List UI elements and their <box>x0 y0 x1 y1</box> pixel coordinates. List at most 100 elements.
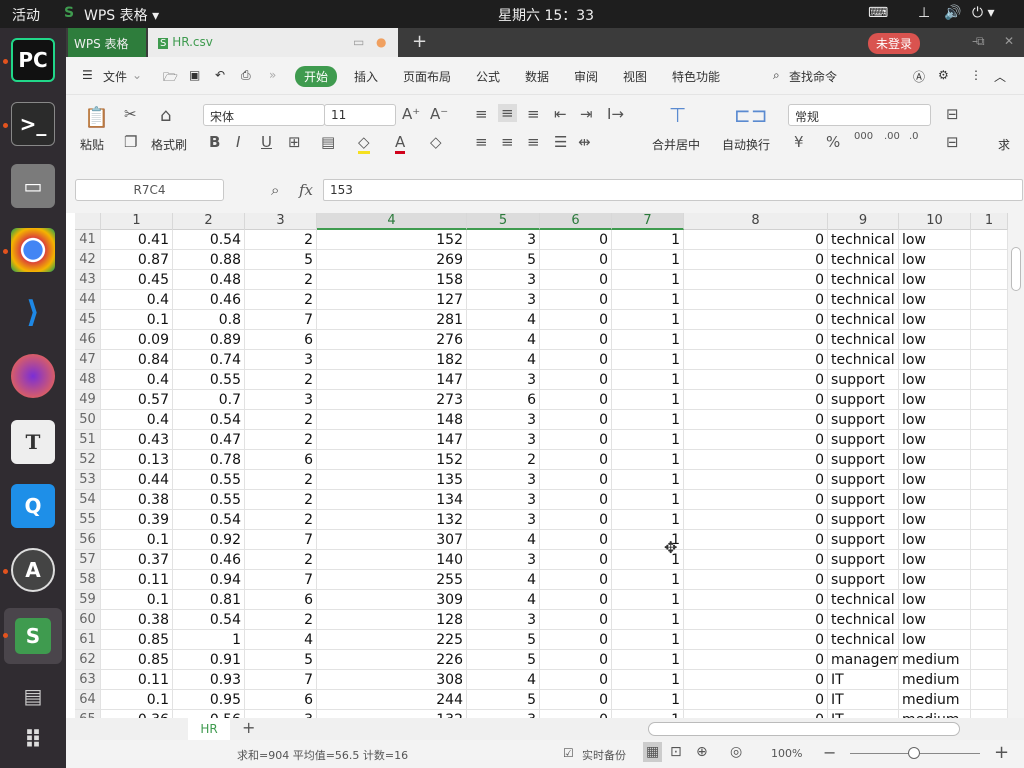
cell[interactable]: 0 <box>684 450 828 470</box>
cell[interactable]: low <box>899 510 971 530</box>
cell[interactable]: 225 <box>317 630 467 650</box>
cell[interactable]: 0 <box>540 290 612 310</box>
cell[interactable]: 0.1 <box>101 590 173 610</box>
cell[interactable]: 0.36 <box>101 710 173 718</box>
cell[interactable]: 1 <box>612 230 684 250</box>
cell[interactable]: 4 <box>467 570 540 590</box>
cell[interactable]: 0 <box>540 590 612 610</box>
cell[interactable]: low <box>899 330 971 350</box>
cell-style-icon[interactable]: ▤ <box>321 133 335 151</box>
cell[interactable]: 1 <box>612 410 684 430</box>
row-header[interactable]: 56 <box>75 530 101 550</box>
table-style-icon[interactable]: ⊟ <box>946 133 959 151</box>
cell[interactable] <box>971 390 1008 410</box>
cell[interactable] <box>971 330 1008 350</box>
cell[interactable]: low <box>899 230 971 250</box>
row-header[interactable]: 55 <box>75 510 101 530</box>
cell[interactable]: 5 <box>245 250 317 270</box>
column-header[interactable]: 10 <box>899 213 971 230</box>
cell[interactable]: 0.13 <box>101 450 173 470</box>
page-break-icon[interactable]: ⊡ <box>670 744 682 760</box>
software-updater-icon[interactable]: A <box>11 548 55 592</box>
cell[interactable] <box>971 630 1008 650</box>
cell[interactable]: 5 <box>467 650 540 670</box>
cell[interactable]: support <box>828 490 899 510</box>
cell[interactable]: 0.4 <box>101 410 173 430</box>
cell[interactable]: support <box>828 530 899 550</box>
cell[interactable]: low <box>899 530 971 550</box>
cell[interactable]: 0 <box>540 490 612 510</box>
cell[interactable]: 0.4 <box>101 370 173 390</box>
cell[interactable]: 226 <box>317 650 467 670</box>
font-color-icon[interactable]: A <box>395 133 406 154</box>
cell[interactable] <box>971 430 1008 450</box>
cell[interactable]: 0.4 <box>101 290 173 310</box>
cell[interactable]: support <box>828 410 899 430</box>
border-icon[interactable]: ⊞ <box>288 133 301 151</box>
cell[interactable]: support <box>828 570 899 590</box>
spreadsheet-grid[interactable]: 1 2 3 4 5 6 7 8 9 10 1 41 0.41 0.54 2 152 3 0 1 0 technical l… <box>75 213 1008 718</box>
conditional-format-icon[interactable]: ⊟ <box>946 105 959 123</box>
cell[interactable]: 0 <box>684 270 828 290</box>
wps-spreadsheet-icon[interactable]: S <box>4 608 62 664</box>
cell[interactable]: 7 <box>245 570 317 590</box>
cell[interactable]: 0 <box>684 490 828 510</box>
cell[interactable]: technical <box>828 290 899 310</box>
row-header[interactable]: 62 <box>75 650 101 670</box>
cell[interactable]: low <box>899 310 971 330</box>
cell[interactable]: 2 <box>245 550 317 570</box>
restore-icon[interactable]: ⧉ <box>976 34 985 49</box>
tab-data[interactable]: 数据 <box>525 68 549 85</box>
cell[interactable]: 0 <box>540 650 612 670</box>
cell[interactable]: low <box>899 270 971 290</box>
cell[interactable]: 0.93 <box>173 670 245 690</box>
cell[interactable]: 5 <box>467 630 540 650</box>
cell[interactable]: 2 <box>467 450 540 470</box>
merge-center-icon[interactable]: ⊤ <box>669 103 686 127</box>
cell[interactable]: 127 <box>317 290 467 310</box>
cell[interactable]: 0 <box>684 670 828 690</box>
cell[interactable]: 3 <box>467 550 540 570</box>
row-header[interactable]: 64 <box>75 690 101 710</box>
cell[interactable]: 152 <box>317 450 467 470</box>
cell[interactable]: 0.85 <box>101 650 173 670</box>
cell[interactable]: 0 <box>684 690 828 710</box>
cut-icon[interactable]: ✂ <box>124 105 137 123</box>
cell[interactable]: 2 <box>245 230 317 250</box>
sum-button[interactable]: 求 <box>998 136 1010 153</box>
cell[interactable]: 132 <box>317 710 467 718</box>
cell[interactable]: 0 <box>684 590 828 610</box>
zoom-out-button[interactable]: − <box>823 743 836 762</box>
cell[interactable]: 147 <box>317 370 467 390</box>
cell[interactable]: 4 <box>467 530 540 550</box>
cell[interactable]: low <box>899 630 971 650</box>
cell[interactable]: 269 <box>317 250 467 270</box>
cell[interactable]: 2 <box>245 470 317 490</box>
cell[interactable]: 132 <box>317 510 467 530</box>
cell[interactable]: 0.39 <box>101 510 173 530</box>
horizontal-scrollbar[interactable] <box>648 722 960 736</box>
cell[interactable]: 0 <box>684 430 828 450</box>
cell[interactable]: 3 <box>467 370 540 390</box>
cell[interactable]: 0 <box>540 430 612 450</box>
sheet-tab-hr[interactable]: HR <box>188 718 230 740</box>
login-button[interactable]: 未登录 <box>868 33 921 54</box>
copy-icon[interactable]: ❐ <box>124 133 137 151</box>
cell[interactable]: 6 <box>467 390 540 410</box>
percent-icon[interactable]: % <box>826 133 840 151</box>
paste-button[interactable]: 粘贴 <box>80 136 104 153</box>
cell[interactable]: managem <box>828 650 899 670</box>
files-icon[interactable]: ▭ <box>11 164 55 208</box>
text-mode-icon[interactable]: Ⓐ <box>913 68 925 85</box>
cell[interactable]: 0.84 <box>101 350 173 370</box>
cell[interactable] <box>971 350 1008 370</box>
cell[interactable]: 0 <box>540 410 612 430</box>
distribute-icon[interactable]: ⇹ <box>578 133 591 151</box>
cell[interactable] <box>971 310 1008 330</box>
cell[interactable]: 0.8 <box>173 310 245 330</box>
cell[interactable]: 0 <box>684 290 828 310</box>
cell[interactable]: 4 <box>467 590 540 610</box>
cell[interactable]: 0 <box>540 630 612 650</box>
read-mode-icon[interactable]: ⊕ <box>696 744 708 760</box>
cell[interactable]: 5 <box>467 250 540 270</box>
